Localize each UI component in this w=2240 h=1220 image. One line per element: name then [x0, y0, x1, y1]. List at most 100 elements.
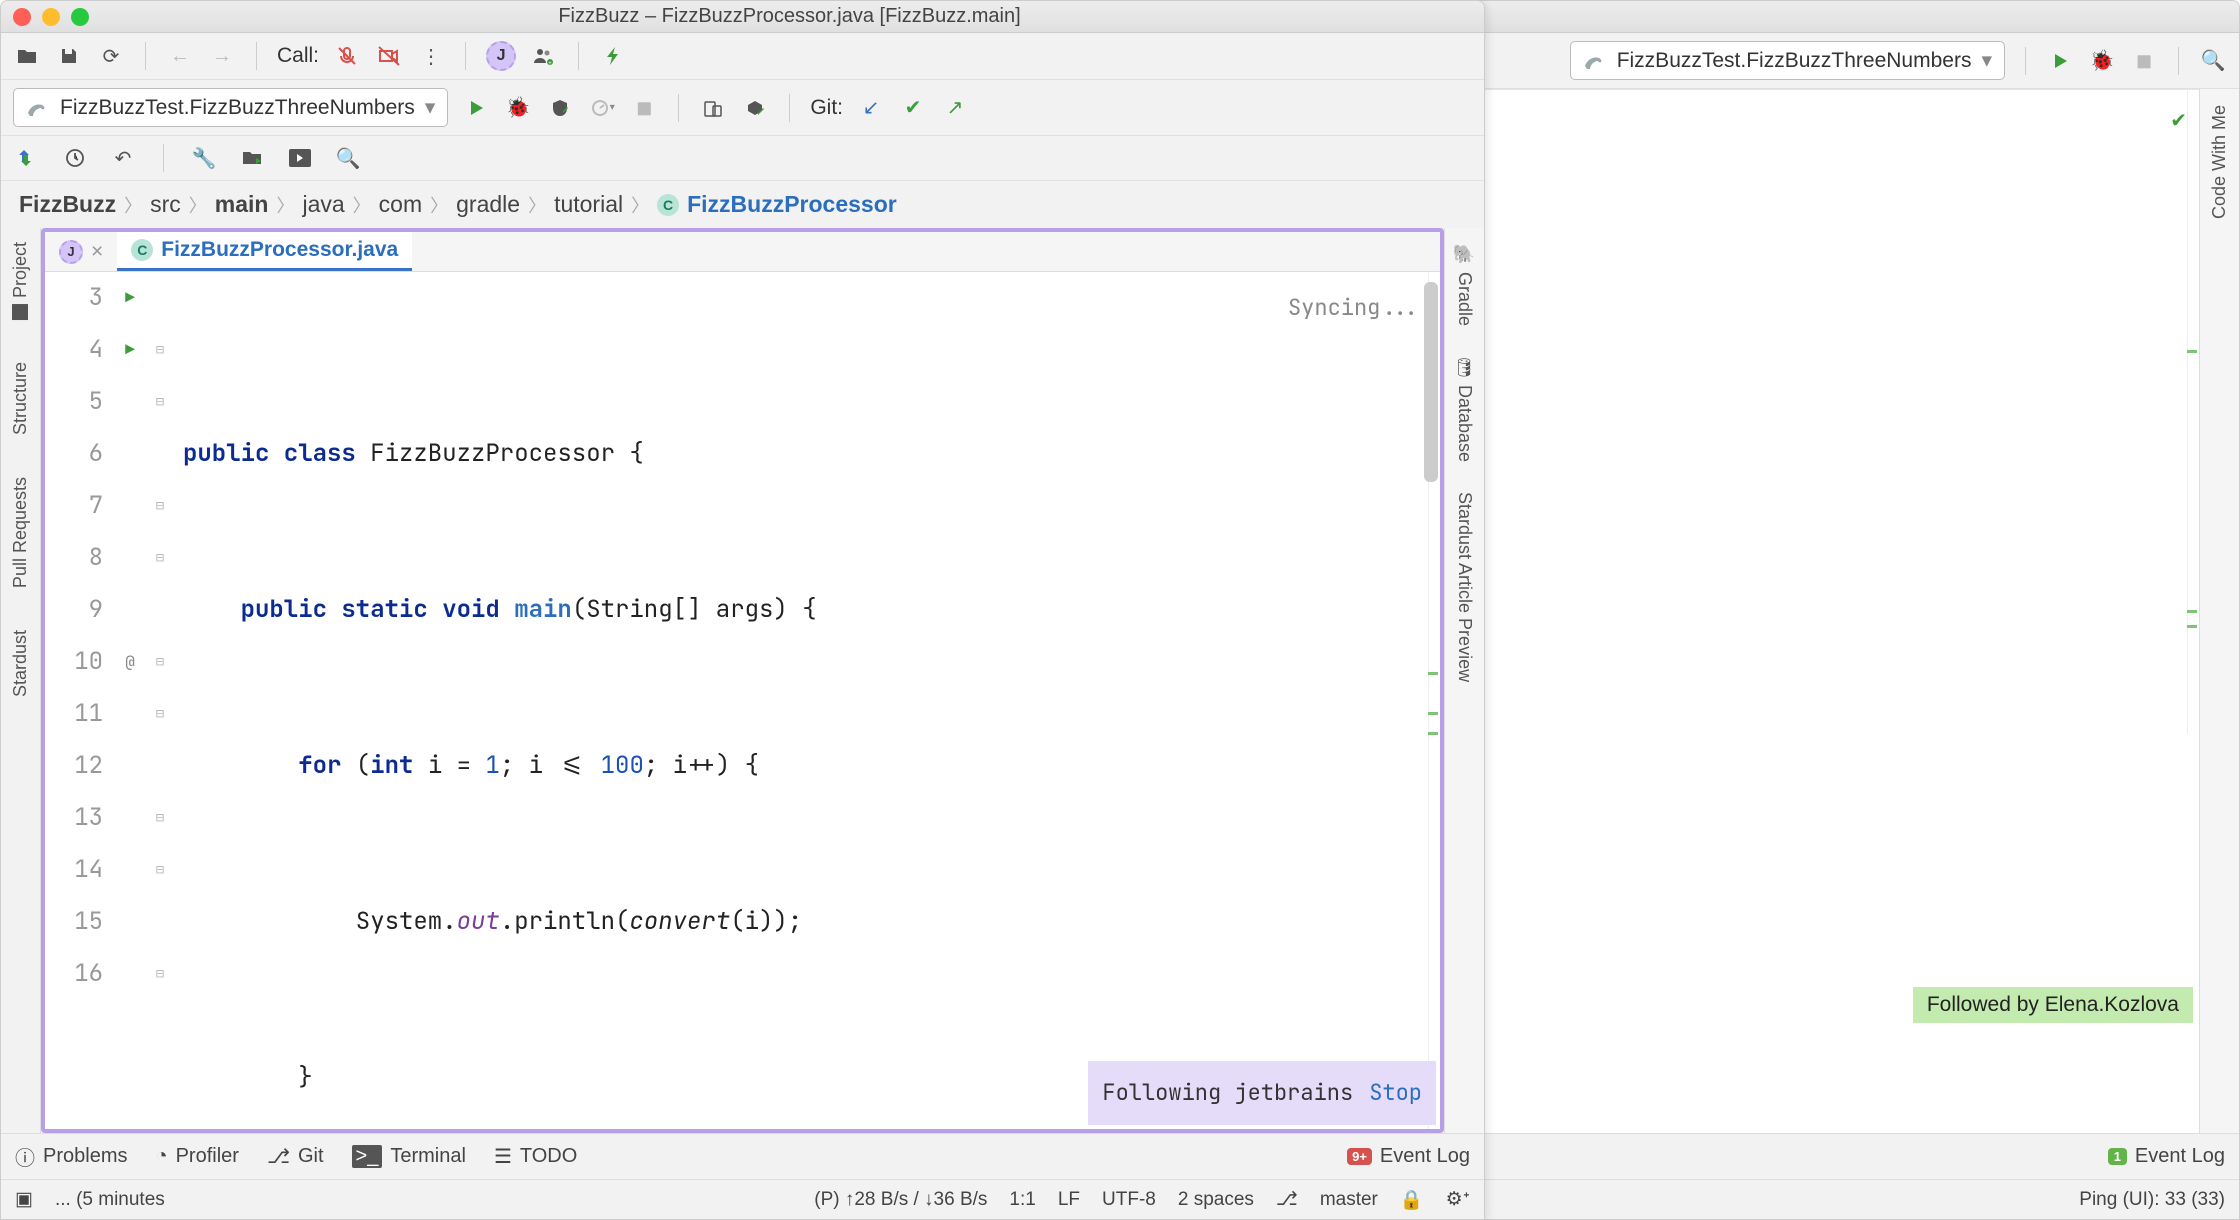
run-button[interactable]	[2046, 47, 2074, 75]
user-avatar[interactable]: J	[486, 41, 516, 71]
fold-gutter[interactable]: ⊟⊟⊟⊟ ⊟⊟⊟⊟⊟	[145, 272, 175, 1129]
sync-icon[interactable]	[13, 144, 41, 172]
crumb[interactable]: main	[215, 191, 269, 218]
error-stripe[interactable]	[1428, 272, 1438, 1129]
status-pos[interactable]: 1:1	[1009, 1189, 1035, 1211]
run-config-selector[interactable]: FizzBuzzTest.FizzBuzzThreeNumbers ▾	[13, 88, 448, 127]
git-label: Git:	[810, 96, 843, 120]
following-banner: Following jetbrains Stop	[1088, 1061, 1436, 1125]
status-enc[interactable]: UTF-8	[1102, 1189, 1156, 1211]
status-branch[interactable]: master	[1320, 1189, 1378, 1211]
stop-following-button[interactable]: Stop	[1369, 1067, 1422, 1119]
zoom-icon[interactable]	[71, 8, 89, 26]
debug-button[interactable]: 🐞	[2088, 47, 2116, 75]
followed-by-banner[interactable]: Followed by Elena.Kozlova	[1913, 987, 2193, 1023]
scrollbar-thumb[interactable]	[1424, 282, 1438, 482]
search-icon[interactable]: 🔍	[334, 144, 362, 172]
debug-button[interactable]: 🐞	[504, 94, 532, 122]
window-title: FizzBuzz – FizzBuzzProcessor.java [FizzB…	[107, 5, 1472, 28]
stop-button[interactable]: ◼	[630, 94, 658, 122]
tab-avatar[interactable]: J ×	[45, 232, 117, 271]
search-icon[interactable]: 🔍	[2199, 47, 2227, 75]
chevron-down-icon: ▾	[425, 95, 436, 120]
history-icon[interactable]	[61, 144, 89, 172]
todo-button[interactable]: ☰TODO	[494, 1144, 577, 1169]
run-config-name: FizzBuzzTest.FizzBuzzThreeNumbers	[1617, 49, 1972, 73]
rail-pull-requests[interactable]: Pull Requests	[10, 471, 31, 594]
event-count-badge: 9+	[1347, 1148, 1372, 1165]
profiler-button[interactable]: ◔Profiler	[155, 1145, 238, 1168]
svg-text:+: +	[548, 61, 552, 67]
window-controls[interactable]	[13, 8, 89, 26]
run-gutter[interactable]: ▶▶ @	[115, 272, 145, 1129]
git-push-icon[interactable]: ↗	[941, 94, 969, 122]
open-icon[interactable]	[13, 42, 41, 70]
ide-window-primary: FizzBuzz – FizzBuzzProcessor.java [FizzB…	[0, 0, 1485, 1220]
status-le[interactable]: LF	[1058, 1189, 1080, 1211]
folder-run-icon[interactable]	[238, 144, 266, 172]
class-icon: C	[131, 239, 153, 261]
crumb[interactable]: com	[379, 191, 422, 218]
code-editor[interactable]: 34 56 78 910 1112 1314 1516 ▶▶ @ ⊟⊟⊟⊟ ⊟⊟…	[45, 272, 1440, 1129]
device-button[interactable]	[699, 94, 727, 122]
crumb[interactable]: tutorial	[554, 191, 623, 218]
branch-icon[interactable]: ⎇	[1276, 1188, 1298, 1211]
rail-database[interactable]: 🛢Database	[1454, 350, 1476, 468]
rail-stardust[interactable]: Stardust	[10, 624, 31, 703]
run-anything-icon[interactable]	[286, 144, 314, 172]
event-log-button[interactable]: 1 Event Log	[2108, 1145, 2225, 1168]
forward-icon[interactable]: →	[208, 42, 236, 70]
line-gutter[interactable]: 34 56 78 910 1112 1314 1516	[45, 272, 115, 1129]
wrench-icon[interactable]: 🔧	[190, 144, 218, 172]
rail-project[interactable]: Project	[10, 236, 31, 326]
cam-off-icon[interactable]	[375, 42, 403, 70]
mic-off-icon[interactable]	[333, 42, 361, 70]
rail-code-with-me[interactable]: Code With Me	[2209, 99, 2230, 225]
close-icon[interactable]	[13, 8, 31, 26]
status-speed: (P) ↑28 B/s / ↓36 B/s	[814, 1189, 987, 1211]
class-icon: C	[657, 194, 679, 216]
git-commit-icon[interactable]: ✔	[899, 94, 927, 122]
more-icon[interactable]: ⋮	[417, 42, 445, 70]
run-button[interactable]	[462, 94, 490, 122]
artifacts-button[interactable]	[741, 94, 769, 122]
crumb[interactable]: src	[150, 191, 181, 218]
crumb[interactable]: FizzBuzz	[19, 191, 116, 218]
tool-windows-icon[interactable]: ▣	[15, 1188, 33, 1211]
reload-icon[interactable]: ⟳	[97, 42, 125, 70]
crumb[interactable]: java	[302, 191, 344, 218]
rail-gradle[interactable]: 🐘Gradle	[1454, 238, 1476, 332]
main-toolbar-row2: FizzBuzzTest.FizzBuzzThreeNumbers ▾ 🐞 ▾ …	[1, 80, 1484, 136]
editor-tabs: J × C FizzBuzzProcessor.java	[45, 232, 1440, 272]
error-stripe[interactable]	[2187, 90, 2197, 734]
git-pull-icon[interactable]: ↙	[857, 94, 885, 122]
event-log-button[interactable]: 9+ Event Log	[1347, 1145, 1470, 1168]
run-config-selector[interactable]: FizzBuzzTest.FizzBuzzThreeNumbers ▾	[1570, 41, 2005, 80]
lock-icon[interactable]: 🔒	[1400, 1188, 1424, 1212]
problems-button[interactable]: ⓘProblems	[15, 1142, 127, 1171]
gear-icon[interactable]: ⚙ᐩ	[1446, 1188, 1470, 1211]
breadcrumb[interactable]: FizzBuzz〉 src〉 main〉 java〉 com〉 gradle〉 …	[1, 181, 1484, 228]
back-icon[interactable]: ←	[166, 42, 194, 70]
crumb[interactable]: FizzBuzzProcessor	[687, 191, 897, 218]
coverage-button[interactable]	[546, 94, 574, 122]
rail-structure[interactable]: Structure	[10, 356, 31, 441]
undo-icon[interactable]: ↶	[109, 144, 137, 172]
close-icon[interactable]: ×	[91, 240, 103, 264]
collab-users-icon[interactable]: +	[530, 42, 558, 70]
crumb[interactable]: gradle	[456, 191, 520, 218]
build-icon[interactable]	[599, 42, 627, 70]
left-tool-rail: Project Structure Pull Requests Stardust	[1, 228, 41, 1133]
minimize-icon[interactable]	[42, 8, 60, 26]
status-indent[interactable]: 2 spaces	[1178, 1189, 1254, 1211]
profiler-button[interactable]: ▾	[588, 94, 616, 122]
gradle-icon	[26, 99, 50, 117]
titlebar[interactable]: FizzBuzz – FizzBuzzProcessor.java [FizzB…	[1, 1, 1484, 33]
save-icon[interactable]	[55, 42, 83, 70]
rail-stardust-preview[interactable]: Stardust Article Preview	[1454, 486, 1475, 688]
git-button[interactable]: ⎇Git	[267, 1144, 324, 1169]
terminal-button[interactable]: >_Terminal	[352, 1145, 466, 1168]
tab-file-active[interactable]: C FizzBuzzProcessor.java	[117, 232, 412, 271]
stop-button[interactable]: ◼	[2130, 47, 2158, 75]
event-count-badge: 1	[2108, 1148, 2127, 1165]
